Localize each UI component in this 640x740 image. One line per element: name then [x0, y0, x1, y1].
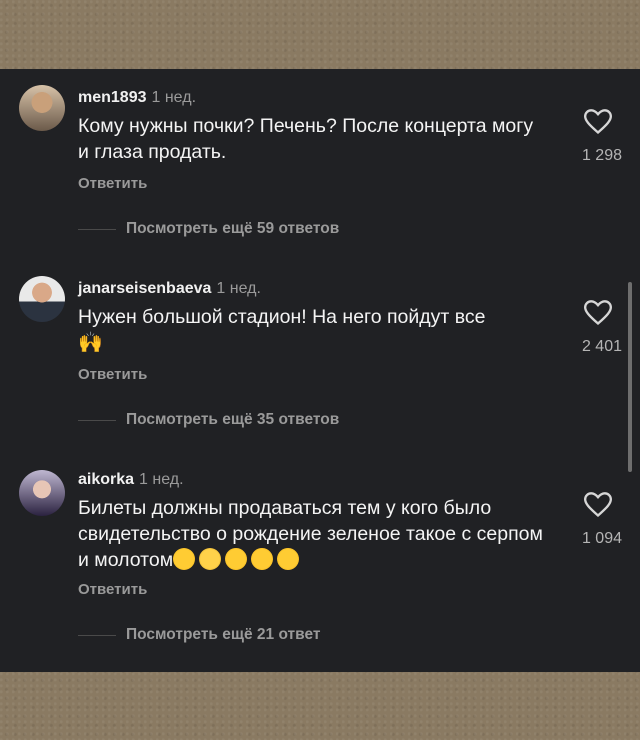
heart-icon[interactable] — [584, 492, 612, 518]
comment-time: 1 нед. — [151, 89, 197, 106]
heart-icon[interactable] — [584, 109, 612, 135]
rofl-emoji — [274, 544, 303, 574]
winking-face-emoji — [173, 548, 196, 570]
screaming-face-emoji — [199, 548, 222, 570]
divider-line — [78, 634, 116, 636]
comments-panel: men1893 1 нед. Кому нужны почки? Печень? … — [0, 69, 640, 672]
rofl-emoji — [248, 544, 277, 574]
comment-header: janarseisenbaeva 1 нед. — [78, 280, 261, 298]
avatar[interactable] — [19, 85, 65, 131]
like-count: 1 298 — [581, 147, 622, 164]
reply-button[interactable]: Ответить — [78, 581, 147, 598]
comment-header: aikorka 1 нед. — [78, 471, 184, 489]
avatar[interactable] — [19, 276, 65, 322]
like-count: 2 401 — [581, 338, 622, 355]
view-more-replies[interactable]: Посмотреть ещё 59 ответов — [78, 220, 339, 238]
reply-button[interactable]: Ответить — [78, 175, 147, 192]
comment-text: Билеты должны продаваться тем у кого был… — [78, 495, 548, 574]
username[interactable]: janarseisenbaeva — [78, 280, 211, 297]
avatar[interactable] — [19, 470, 65, 516]
comment-text-content: Билеты должны продаваться тем у кого был… — [78, 497, 543, 571]
comment-text: Кому нужны почки? Печень? После концерта… — [78, 115, 534, 163]
divider-line — [78, 419, 116, 421]
username[interactable]: aikorka — [78, 471, 134, 488]
view-more-replies-label: Посмотреть ещё 35 ответов — [126, 411, 340, 428]
reply-button[interactable]: Ответить — [78, 366, 147, 383]
like-count: 1 094 — [581, 530, 622, 547]
comment-text: Нужен большой стадион! На него пойдут вс… — [78, 304, 548, 356]
view-more-replies[interactable]: Посмотреть ещё 21 ответ — [78, 626, 320, 644]
heart-icon[interactable] — [584, 300, 612, 326]
view-more-replies[interactable]: Посмотреть ещё 35 ответов — [78, 411, 339, 429]
scrollbar[interactable] — [628, 282, 632, 472]
comment-time: 1 нед. — [139, 471, 184, 488]
comment-time: 1 нед. — [216, 280, 261, 297]
raising-hands-emoji: 🙌 — [78, 332, 103, 354]
rofl-emoji — [222, 544, 251, 574]
comment-header: men1893 1 нед. — [78, 89, 196, 107]
comment-text-content: Нужен большой стадион! На него пойдут вс… — [78, 306, 486, 328]
view-more-replies-label: Посмотреть ещё 59 ответов — [126, 220, 340, 237]
username[interactable]: men1893 — [78, 89, 147, 106]
divider-line — [78, 228, 116, 230]
view-more-replies-label: Посмотреть ещё 21 ответ — [126, 626, 321, 643]
